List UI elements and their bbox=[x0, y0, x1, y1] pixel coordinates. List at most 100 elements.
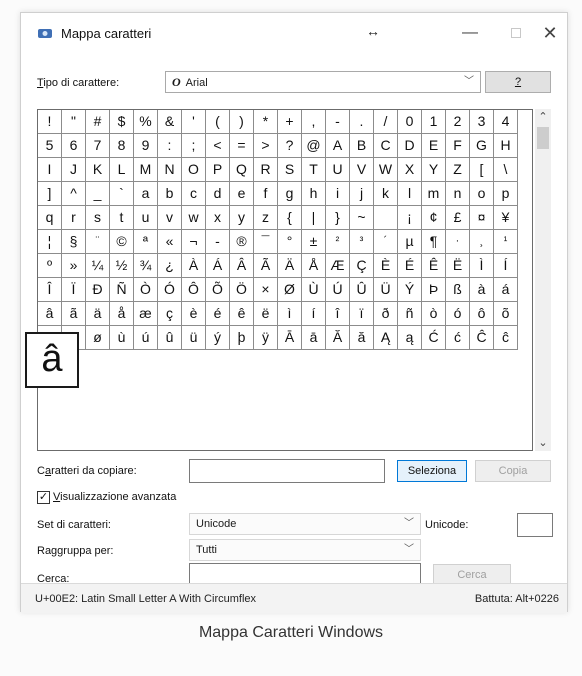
advanced-view-checkbox[interactable]: ✓ bbox=[37, 491, 50, 504]
character-cell[interactable]: õ bbox=[494, 302, 518, 326]
character-cell[interactable]: Z bbox=[446, 158, 470, 182]
character-cell[interactable]: ï bbox=[350, 302, 374, 326]
character-cell[interactable]: º bbox=[38, 254, 62, 278]
character-cell[interactable]: » bbox=[62, 254, 86, 278]
character-cell[interactable]: u bbox=[134, 206, 158, 230]
character-cell[interactable]: ë bbox=[254, 302, 278, 326]
close-button[interactable]: ✕ bbox=[535, 21, 565, 45]
character-cell[interactable]: ¼ bbox=[86, 254, 110, 278]
character-grid[interactable]: ! " # $% & '() * +, -./0 1 2 3 4 5 6 7 8 9:; < = >? @ A B C D E F G H… bbox=[37, 109, 533, 451]
character-cell[interactable]: ¸ bbox=[470, 230, 494, 254]
character-cell[interactable]: ą bbox=[398, 326, 422, 350]
character-cell[interactable]: h bbox=[302, 182, 326, 206]
character-cell[interactable]: A bbox=[326, 134, 350, 158]
character-cell[interactable]: ¹ bbox=[494, 230, 518, 254]
character-cell[interactable]: ] bbox=[38, 182, 62, 206]
character-cell[interactable]: Á bbox=[206, 254, 230, 278]
character-cell[interactable]: æ bbox=[134, 302, 158, 326]
character-cell[interactable]: I bbox=[38, 158, 62, 182]
character-cell[interactable]: ò bbox=[422, 302, 446, 326]
character-cell[interactable]: ¬ bbox=[182, 230, 206, 254]
character-cell[interactable]: q bbox=[38, 206, 62, 230]
character-cell[interactable]: ; bbox=[182, 134, 206, 158]
character-cell[interactable]: w bbox=[182, 206, 206, 230]
character-cell[interactable]: ¡ bbox=[398, 206, 422, 230]
character-cell[interactable]: ø bbox=[86, 326, 110, 350]
character-cell[interactable]: 6 bbox=[62, 134, 86, 158]
character-cell[interactable]: ü bbox=[182, 326, 206, 350]
character-cell[interactable]: « bbox=[158, 230, 182, 254]
character-cell[interactable]: ´ bbox=[374, 230, 398, 254]
character-cell[interactable]: Õ bbox=[206, 278, 230, 302]
character-cell[interactable]: Ã bbox=[254, 254, 278, 278]
character-cell[interactable]: a bbox=[134, 182, 158, 206]
character-cell[interactable]: W bbox=[374, 158, 398, 182]
character-cell[interactable]: j bbox=[350, 182, 374, 206]
character-cell[interactable]: ê bbox=[230, 302, 254, 326]
character-cell[interactable]: x bbox=[206, 206, 230, 230]
minimize-button[interactable]: — bbox=[455, 21, 485, 45]
character-cell[interactable]: d bbox=[206, 182, 230, 206]
character-cell[interactable]: ) bbox=[230, 110, 254, 134]
character-cell[interactable]: ç bbox=[158, 302, 182, 326]
character-cell[interactable]: á bbox=[494, 278, 518, 302]
character-cell[interactable]: s bbox=[86, 206, 110, 230]
character-cell[interactable]: L bbox=[110, 158, 134, 182]
character-cell[interactable]: Ó bbox=[158, 278, 182, 302]
character-cell[interactable]: Ă bbox=[326, 326, 350, 350]
character-cell[interactable]: E bbox=[422, 134, 446, 158]
scrollbar-thumb[interactable] bbox=[537, 127, 549, 149]
character-cell[interactable]: Ö bbox=[230, 278, 254, 302]
character-cell[interactable]: B bbox=[350, 134, 374, 158]
character-cell[interactable]: Å bbox=[302, 254, 326, 278]
character-cell[interactable]: ! bbox=[38, 110, 62, 134]
character-cell[interactable]: D bbox=[398, 134, 422, 158]
character-cell[interactable]: Q bbox=[230, 158, 254, 182]
character-cell[interactable]: Þ bbox=[422, 278, 446, 302]
character-cell[interactable]: ì bbox=[278, 302, 302, 326]
font-select[interactable]: O Arial ﹀ bbox=[165, 71, 481, 93]
character-cell[interactable] bbox=[374, 206, 398, 230]
character-cell[interactable]: 2 bbox=[446, 110, 470, 134]
character-cell[interactable]: e bbox=[230, 182, 254, 206]
character-cell[interactable]: z bbox=[254, 206, 278, 230]
character-cell[interactable]: 8 bbox=[110, 134, 134, 158]
character-cell[interactable]: X bbox=[398, 158, 422, 182]
character-cell[interactable]: ¤ bbox=[470, 206, 494, 230]
character-cell[interactable]: i bbox=[326, 182, 350, 206]
character-cell[interactable]: ( bbox=[206, 110, 230, 134]
character-cell[interactable]: = bbox=[230, 134, 254, 158]
character-cell[interactable]: \ bbox=[494, 158, 518, 182]
character-cell[interactable]: Ï bbox=[62, 278, 86, 302]
character-cell[interactable]: § bbox=[62, 230, 86, 254]
character-cell[interactable]: å bbox=[110, 302, 134, 326]
character-cell[interactable]: f bbox=[254, 182, 278, 206]
character-cell[interactable]: p bbox=[494, 182, 518, 206]
character-cell[interactable]: Ý bbox=[398, 278, 422, 302]
character-cell[interactable]: ô bbox=[470, 302, 494, 326]
character-cell[interactable]: M bbox=[134, 158, 158, 182]
character-cell[interactable]: Ć bbox=[422, 326, 446, 350]
character-cell[interactable]: n bbox=[446, 182, 470, 206]
character-cell[interactable]: ă bbox=[350, 326, 374, 350]
character-cell[interactable]: Ë bbox=[446, 254, 470, 278]
character-cell[interactable]: O bbox=[182, 158, 206, 182]
character-cell[interactable]: ¥ bbox=[494, 206, 518, 230]
scroll-down-icon[interactable]: ⌄ bbox=[535, 435, 551, 451]
character-cell[interactable]: r bbox=[62, 206, 86, 230]
character-cell[interactable]: U bbox=[326, 158, 350, 182]
character-cell[interactable]: ã bbox=[62, 302, 86, 326]
character-cell[interactable]: È bbox=[374, 254, 398, 278]
character-cell[interactable]: l bbox=[398, 182, 422, 206]
character-cell[interactable]: F bbox=[446, 134, 470, 158]
character-cell[interactable]: ¾ bbox=[134, 254, 158, 278]
character-cell[interactable]: - bbox=[206, 230, 230, 254]
character-cell[interactable]: R bbox=[254, 158, 278, 182]
character-cell[interactable]: Ñ bbox=[110, 278, 134, 302]
character-cell[interactable]: J bbox=[62, 158, 86, 182]
character-cell[interactable]: Æ bbox=[326, 254, 350, 278]
character-cell[interactable]: , bbox=[302, 110, 326, 134]
character-cell[interactable]: " bbox=[62, 110, 86, 134]
character-cell[interactable]: Û bbox=[350, 278, 374, 302]
character-cell[interactable]: { bbox=[278, 206, 302, 230]
